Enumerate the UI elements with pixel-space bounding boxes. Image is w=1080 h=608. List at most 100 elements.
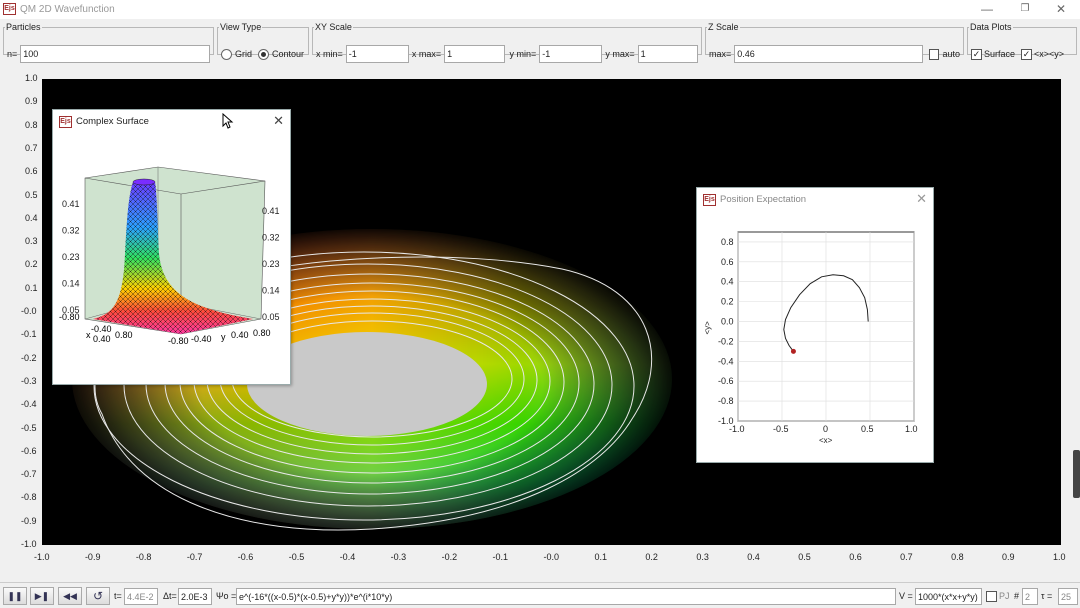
pe-x-tick-label: -0.5 (773, 424, 789, 434)
position-expectation-chart[interactable]: -1.0 -0.5 0 0.5 1.0 0.8 0.6 0.4 0.2 0.0 -0.2 -0.4 -0… (697, 212, 933, 462)
y-tick-label: -0.1 (21, 329, 37, 340)
pe-y-tick-label: -0.6 (718, 376, 734, 386)
surface-x-tick: 0.80 (115, 330, 133, 340)
surface-z-tick: 0.14 (62, 279, 80, 289)
v-label: V = (899, 591, 913, 601)
mouse-cursor-icon (222, 112, 234, 129)
surface-z-tick: 0.41 (62, 199, 80, 209)
x-tick-label: 0.5 (798, 552, 811, 562)
y-tick-label: -1.0 (21, 539, 37, 549)
window-logo: Ejs (59, 116, 72, 128)
complex-surface-titlebar[interactable]: Ejs Complex Surface ✕ (53, 110, 290, 134)
xmax-input[interactable]: 1 (444, 45, 505, 63)
x-tick-label: 0.4 (747, 552, 760, 562)
contour-radio[interactable] (258, 48, 270, 60)
x-tick-label: -0.0 (543, 552, 560, 562)
v-input[interactable]: 1000*(x*x+y*y) (915, 588, 982, 605)
restore-icon[interactable]: ❐ (1010, 1, 1040, 17)
auto-label: auto (942, 49, 960, 59)
x-tick-label: -0.7 (186, 552, 203, 562)
ymin-input[interactable]: -1 (539, 45, 603, 63)
surface-z-tick: 0.23 (62, 252, 80, 262)
reset-button[interactable]: ↺ (86, 587, 110, 605)
minimize-icon[interactable]: — (972, 1, 1002, 17)
xy-checkbox[interactable]: ✓ (1021, 48, 1033, 60)
particles-input[interactable]: 100 (20, 45, 210, 63)
pe-y-tick-label: -0.2 (718, 336, 734, 346)
surface-z-tick: 0.41 (262, 206, 280, 216)
xy-scale-group: XY Scale x min= -1 x max= 1 y min= -1 y … (312, 22, 702, 63)
ymax-label: y max= (605, 49, 635, 59)
window-title: QM 2D Wavefunction (20, 4, 115, 15)
surface-x-tick: 0.40 (93, 334, 111, 344)
pe-y-tick-label: 0.4 (721, 277, 734, 287)
y-tick-label: -0.5 (21, 422, 37, 433)
y-tick-label: 0.6 (25, 166, 38, 177)
x-tick-label: 0.9 (1002, 552, 1015, 562)
x-tick-label: 0.3 (696, 552, 709, 562)
pe-y-tick-label: 0.0 (721, 317, 734, 327)
position-expectation-window[interactable]: Ejs Position Expectation ✕ -1.0 -0.5 0 0.5 1… (696, 187, 934, 463)
ymax-input[interactable]: 1 (637, 45, 698, 63)
complex-surface-window[interactable]: Ejs Complex Surface ✕ 0.41 0.32 0.23 0.1… (52, 109, 291, 385)
surface-z-tick: 0.23 (262, 259, 280, 269)
zmax-input[interactable]: 0.46 (734, 45, 923, 63)
z-scale-legend: Z Scale (708, 22, 739, 32)
count-input[interactable]: 2 (1022, 588, 1038, 605)
x-tick-label: 0.1 (594, 552, 607, 562)
y-tick-label: -0.9 (21, 515, 37, 526)
y-tick-label: -0.6 (21, 445, 37, 456)
xmin-input[interactable]: -1 (345, 45, 409, 63)
pe-x-tick-label: 1.0 (905, 424, 918, 434)
pe-y-tick-label: 0.8 (721, 237, 734, 247)
surface-y-name: y (221, 332, 226, 342)
pe-y-tick-label: -0.8 (718, 396, 734, 406)
pe-y-axis-label: <y> (703, 321, 712, 335)
scroll-handle[interactable] (1073, 450, 1080, 498)
rewind-button[interactable]: ◀◀ (58, 587, 82, 605)
complex-surface-title: Complex Surface (76, 116, 149, 127)
dt-input[interactable]: 2.0E-3 (178, 588, 212, 605)
surface-y-tick: -0.40 (191, 334, 212, 344)
x-tick-label: -0.5 (288, 552, 305, 562)
close-icon[interactable]: ✕ (916, 191, 927, 207)
position-expectation-title: Position Expectation (720, 194, 807, 205)
y-tick-label: 0.3 (25, 236, 38, 247)
y-tick-label: 0.7 (25, 142, 38, 153)
xmin-label: x min= (316, 49, 343, 59)
surface-checkbox[interactable]: ✓ (971, 48, 982, 60)
app-logo: Ejs (3, 3, 16, 15)
x-tick-label: -0.8 (135, 552, 152, 562)
hash-label: # (1014, 591, 1020, 601)
tau-input[interactable]: 25 (1058, 588, 1078, 605)
pj-checkbox[interactable] (986, 591, 997, 602)
grid-radio[interactable] (221, 48, 232, 60)
surface-3d-plot[interactable]: 0.410.320.230.140.050.410.320.230.140.05… (53, 134, 290, 384)
y-tick-label: -0.7 (21, 469, 37, 480)
y-tick-label: 0.9 (25, 96, 38, 107)
view-type-legend: View Type (220, 22, 262, 32)
surface-x-tick: -0.80 (59, 312, 80, 322)
x-tick-label: -0.6 (237, 552, 254, 562)
grid-label: Grid (235, 49, 253, 59)
auto-checkbox[interactable] (928, 48, 940, 60)
title-bar: Ejs QM 2D Wavefunction — ❐ ✕ (0, 0, 1080, 19)
pe-y-tick-label: 0.6 (721, 257, 734, 267)
pj-label: PJ (999, 591, 1010, 601)
y-tick-label: -0.8 (21, 492, 37, 503)
pause-button[interactable]: ❚❚ (3, 587, 27, 605)
bottom-toolbar: ❚❚ ▶❚ ◀◀ ↺ t= 4.4E-2 Δt= 2.0E-3 Ψo = e^(… (0, 582, 1080, 608)
close-icon[interactable]: ✕ (1046, 1, 1076, 17)
position-expectation-titlebar[interactable]: Ejs Position Expectation ✕ (697, 188, 933, 212)
window-logo: Ejs (703, 194, 716, 206)
x-tick-label: -1.0 (34, 552, 50, 562)
pe-current-point (790, 348, 796, 354)
tau-label: τ = (1041, 591, 1053, 601)
pe-x-tick-label: 0 (823, 424, 828, 434)
close-icon[interactable]: ✕ (273, 113, 284, 129)
psi-input[interactable]: e^(-16*((x-0.5)*(x-0.5)+y*y))*e^(i*10*y) (236, 588, 896, 605)
y-tick-label: 0.2 (25, 259, 38, 270)
step-button[interactable]: ▶❚ (30, 587, 54, 605)
x-tick-label: 0.7 (900, 552, 913, 562)
z-scale-group: Z Scale max= 0.46 auto (705, 22, 964, 63)
